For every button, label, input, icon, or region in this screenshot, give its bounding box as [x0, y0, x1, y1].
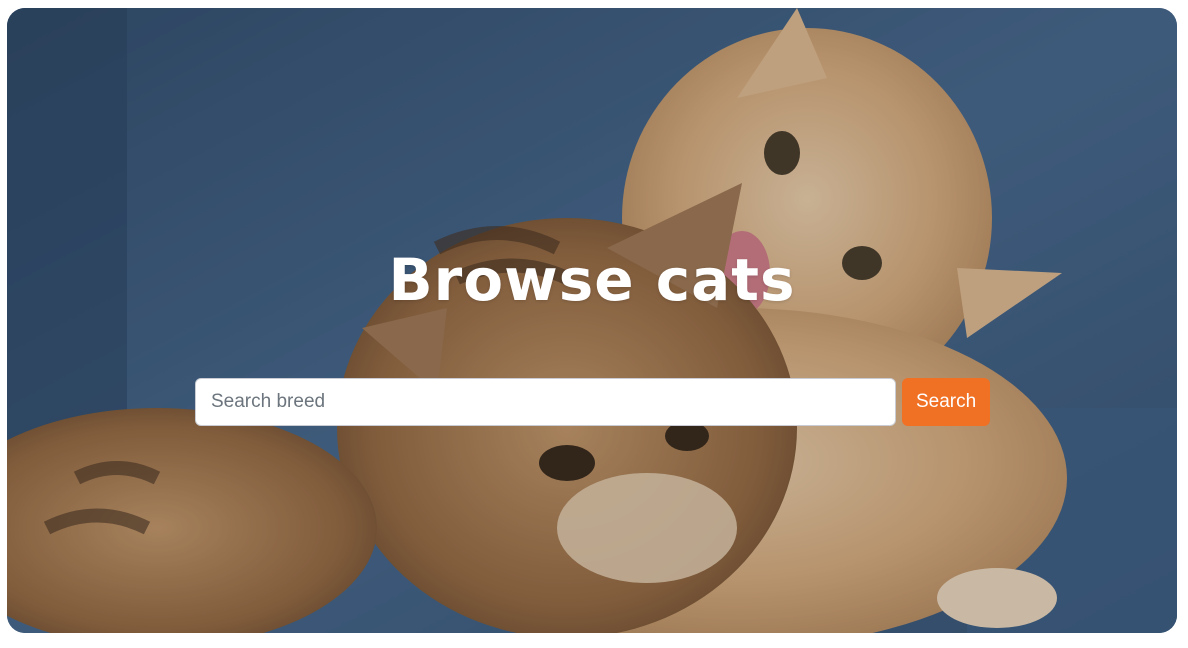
page-title: Browse cats	[388, 246, 796, 314]
hero-banner: Browse cats Search	[7, 8, 1177, 633]
breed-search-input[interactable]	[195, 378, 897, 426]
hero-dim-overlay	[7, 8, 1177, 633]
breed-search-form: Search	[195, 378, 990, 426]
search-button[interactable]: Search	[902, 378, 990, 426]
